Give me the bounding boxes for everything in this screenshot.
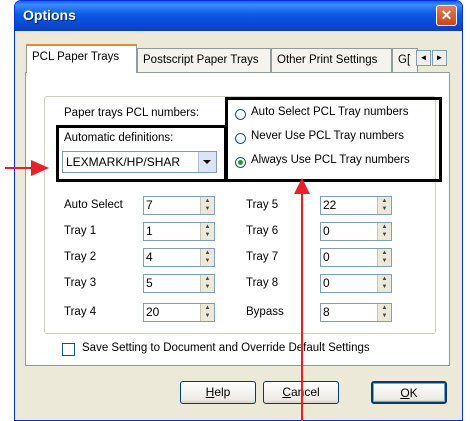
annotation-arrow-line-up [301, 189, 303, 421]
spin-down-icon[interactable]: ▼ [378, 205, 391, 213]
spin-up-icon[interactable]: ▲ [201, 249, 214, 257]
tab-g-truncated[interactable]: G[ [392, 48, 418, 72]
cancel-rest: ancel [290, 385, 320, 399]
tab-label: PCL Paper Trays [32, 51, 120, 63]
tab-label: G[ [398, 54, 411, 66]
spin-down-icon[interactable]: ▼ [378, 257, 391, 265]
spinner-value[interactable]: 22 [323, 198, 336, 212]
arrow-right-icon: ► [435, 53, 444, 62]
tray-auto-select-spinner[interactable]: 7 ▲ ▼ [143, 196, 215, 215]
tab-label: Other Print Settings [277, 54, 378, 66]
arrow-left-icon: ◄ [419, 53, 428, 62]
bypass-spinner[interactable]: 8 ▲ ▼ [320, 303, 392, 322]
tray-label-bypass: Bypass [246, 306, 284, 318]
spin-down-icon[interactable]: ▼ [201, 231, 214, 239]
paper-trays-label: Paper trays PCL numbers: [64, 107, 200, 119]
spin-up-icon[interactable]: ▲ [201, 197, 214, 205]
annotation-box-radio-options [225, 97, 442, 182]
spinner-value[interactable]: 7 [146, 198, 153, 212]
spinner-buttons[interactable]: ▲ ▼ [377, 304, 391, 321]
spinner-value[interactable]: 5 [146, 276, 153, 290]
tray-8-spinner[interactable]: 0 ▲ ▼ [320, 274, 392, 293]
help-rest: elp [214, 385, 231, 399]
tray-label-5: Tray 5 [246, 199, 279, 211]
spinner-buttons[interactable]: ▲ ▼ [377, 275, 391, 292]
spinner-buttons[interactable]: ▲ ▼ [200, 304, 214, 321]
tray-6-spinner[interactable]: 0 ▲ ▼ [320, 222, 392, 241]
tray-1-spinner[interactable]: 1 ▲ ▼ [143, 222, 215, 241]
spinner-value[interactable]: 8 [323, 305, 330, 319]
tray-label-8: Tray 8 [246, 277, 279, 289]
spin-up-icon[interactable]: ▲ [378, 197, 391, 205]
tray-2-spinner[interactable]: 4 ▲ ▼ [143, 248, 215, 267]
tray-label-7: Tray 7 [246, 251, 279, 263]
spin-down-icon[interactable]: ▼ [378, 312, 391, 320]
spin-down-icon[interactable]: ▼ [201, 205, 214, 213]
tab-scroll-right-button[interactable]: ► [432, 50, 447, 66]
arrow-up-icon [294, 178, 310, 194]
spin-up-icon[interactable]: ▲ [378, 249, 391, 257]
tray-3-spinner[interactable]: 5 ▲ ▼ [143, 274, 215, 293]
spin-up-icon[interactable]: ▲ [201, 275, 214, 283]
tab-pcl-paper-trays[interactable]: PCL Paper Trays [26, 44, 137, 73]
cancel-accel: C [282, 385, 291, 399]
annotation-box-automatic-definitions [56, 125, 227, 182]
spin-up-icon[interactable]: ▲ [378, 275, 391, 283]
close-icon: ✕ [440, 7, 453, 23]
tray-label-auto-select: Auto Select [64, 199, 123, 211]
spinner-value[interactable]: 0 [323, 250, 330, 264]
spin-up-icon[interactable]: ▲ [378, 304, 391, 312]
tray-label-4: Tray 4 [64, 306, 97, 318]
help-button[interactable]: Help [180, 381, 256, 404]
spinner-value[interactable]: 4 [146, 250, 153, 264]
spinner-buttons[interactable]: ▲ ▼ [377, 223, 391, 240]
tray-label-2: Tray 2 [64, 251, 97, 263]
spinner-value[interactable]: 20 [146, 305, 159, 319]
tray-label-1: Tray 1 [64, 225, 97, 237]
spinner-buttons[interactable]: ▲ ▼ [200, 249, 214, 266]
spin-down-icon[interactable]: ▼ [201, 283, 214, 291]
ok-accel: O [400, 386, 410, 400]
spin-down-icon[interactable]: ▼ [378, 283, 391, 291]
tab-label: Postscript Paper Trays [143, 54, 259, 66]
spinner-buttons[interactable]: ▲ ▼ [200, 197, 214, 214]
spinner-value[interactable]: 0 [323, 276, 330, 290]
ok-button[interactable]: OK [371, 381, 447, 404]
spinner-buttons[interactable]: ▲ ▼ [200, 223, 214, 240]
spin-down-icon[interactable]: ▼ [378, 231, 391, 239]
spin-up-icon[interactable]: ▲ [201, 304, 214, 312]
save-setting-label[interactable]: Save Setting to Document and Override De… [82, 342, 370, 354]
tray-label-3: Tray 3 [64, 277, 97, 289]
spin-up-icon[interactable]: ▲ [378, 223, 391, 231]
tray-4-spinner[interactable]: 20 ▲ ▼ [143, 303, 215, 322]
spinner-buttons[interactable]: ▲ ▼ [200, 275, 214, 292]
spin-down-icon[interactable]: ▼ [201, 312, 214, 320]
tray-5-spinner[interactable]: 22 ▲ ▼ [320, 196, 392, 215]
tray-label-6: Tray 6 [246, 225, 279, 237]
tab-other-print-settings[interactable]: Other Print Settings [271, 48, 392, 72]
tab-postscript-paper-trays[interactable]: Postscript Paper Trays [137, 48, 271, 72]
ok-rest: K [409, 386, 418, 400]
spinner-value[interactable]: 0 [323, 224, 330, 238]
tray-7-spinner[interactable]: 0 ▲ ▼ [320, 248, 392, 267]
tab-scroll-left-button[interactable]: ◄ [416, 50, 431, 66]
spinner-buttons[interactable]: ▲ ▼ [377, 249, 391, 266]
close-button[interactable]: ✕ [436, 5, 457, 26]
annotation-arrow-line-left [5, 167, 33, 169]
window-title: Options [23, 7, 76, 23]
title-bar[interactable]: Options ✕ [15, 1, 462, 31]
spin-up-icon[interactable]: ▲ [201, 223, 214, 231]
spinner-buttons[interactable]: ▲ ▼ [377, 197, 391, 214]
save-setting-checkbox[interactable] [62, 343, 75, 356]
arrow-right-icon [31, 160, 49, 176]
spin-down-icon[interactable]: ▼ [201, 257, 214, 265]
spinner-value[interactable]: 1 [146, 224, 153, 238]
